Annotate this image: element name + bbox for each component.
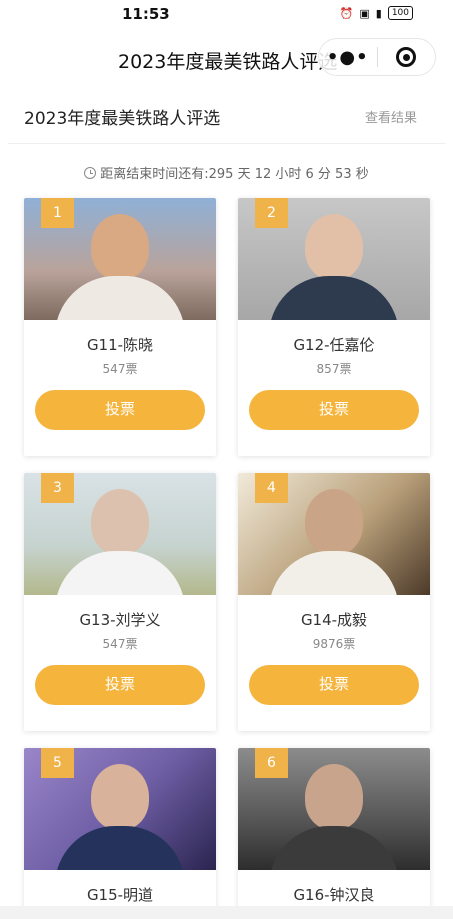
candidate-photo: 2: [238, 198, 430, 320]
vote-button[interactable]: 投票: [249, 390, 419, 430]
rank-badge: 6: [255, 748, 288, 778]
vote-count: 547票: [102, 362, 138, 376]
candidate-name: G13-刘学义: [79, 611, 161, 629]
candidate-photo: 6: [238, 748, 430, 870]
candidate-card[interactable]: 3 G13-刘学义 547票 投票: [24, 473, 216, 731]
more-dots-icon[interactable]: •●•: [319, 47, 377, 68]
vote-button[interactable]: 投票: [35, 665, 205, 705]
vote-count: 547票: [102, 637, 138, 651]
clock-icon: [84, 167, 97, 179]
candidate-card[interactable]: 5 G15-明道: [24, 748, 216, 918]
candidate-card[interactable]: 2 G12-任嘉伦 857票 投票: [238, 198, 430, 456]
close-miniprogram-button[interactable]: [377, 47, 435, 67]
rank-badge: 2: [255, 198, 288, 228]
bottom-bar: [0, 906, 453, 919]
battery-icon: 100: [387, 6, 413, 20]
candidate-card[interactable]: 6 G16-钟汉良: [238, 748, 430, 918]
candidate-name: G16-钟汉良: [293, 886, 375, 904]
candidate-name: G15-明道: [86, 886, 154, 904]
alarm-icon: ⏰: [339, 6, 354, 20]
candidate-photo: 4: [238, 473, 430, 595]
candidate-name: G12-任嘉伦: [293, 336, 375, 354]
page-title: 2023年度最美铁路人评选: [24, 109, 221, 129]
clock-time: 11:53: [122, 5, 170, 23]
vote-count: 857票: [316, 362, 352, 376]
page-header: 2023年度最美铁路人评选 查看结果: [0, 100, 453, 144]
rank-badge: 3: [41, 473, 74, 503]
rank-badge: 5: [41, 748, 74, 778]
status-icons: ⏰ ▣ ▮ 100: [340, 6, 413, 20]
candidate-name: G14-成毅: [300, 611, 368, 629]
candidate-photo: 5: [24, 748, 216, 870]
miniprogram-capsule: •●•: [318, 38, 436, 76]
countdown: 距离结束时间还有:295 天 12 小时 6 分 53 秒: [0, 163, 453, 182]
status-bar: 11:53 ⏰ ▣ ▮ 100: [0, 0, 453, 30]
vote-button[interactable]: 投票: [249, 665, 419, 705]
candidate-photo: 1: [24, 198, 216, 320]
hd-icon: ▣: [359, 6, 370, 20]
vote-count: 9876票: [312, 637, 356, 651]
candidate-photo: 3: [24, 473, 216, 595]
signal-icon: ▮: [375, 6, 382, 20]
candidate-card[interactable]: 1 G11-陈晓 547票 投票: [24, 198, 216, 456]
view-results-link[interactable]: 查看结果: [365, 107, 417, 126]
rank-badge: 1: [41, 198, 74, 228]
candidate-card[interactable]: 4 G14-成毅 9876票 投票: [238, 473, 430, 731]
target-icon: [396, 47, 417, 67]
candidate-name: G11-陈晓: [86, 336, 154, 354]
countdown-text: 距离结束时间还有:295 天 12 小时 6 分 53 秒: [100, 167, 369, 182]
divider: [8, 143, 445, 144]
vote-button[interactable]: 投票: [35, 390, 205, 430]
rank-badge: 4: [255, 473, 288, 503]
nav-title: 2023年度最美铁路人评选: [118, 51, 338, 73]
